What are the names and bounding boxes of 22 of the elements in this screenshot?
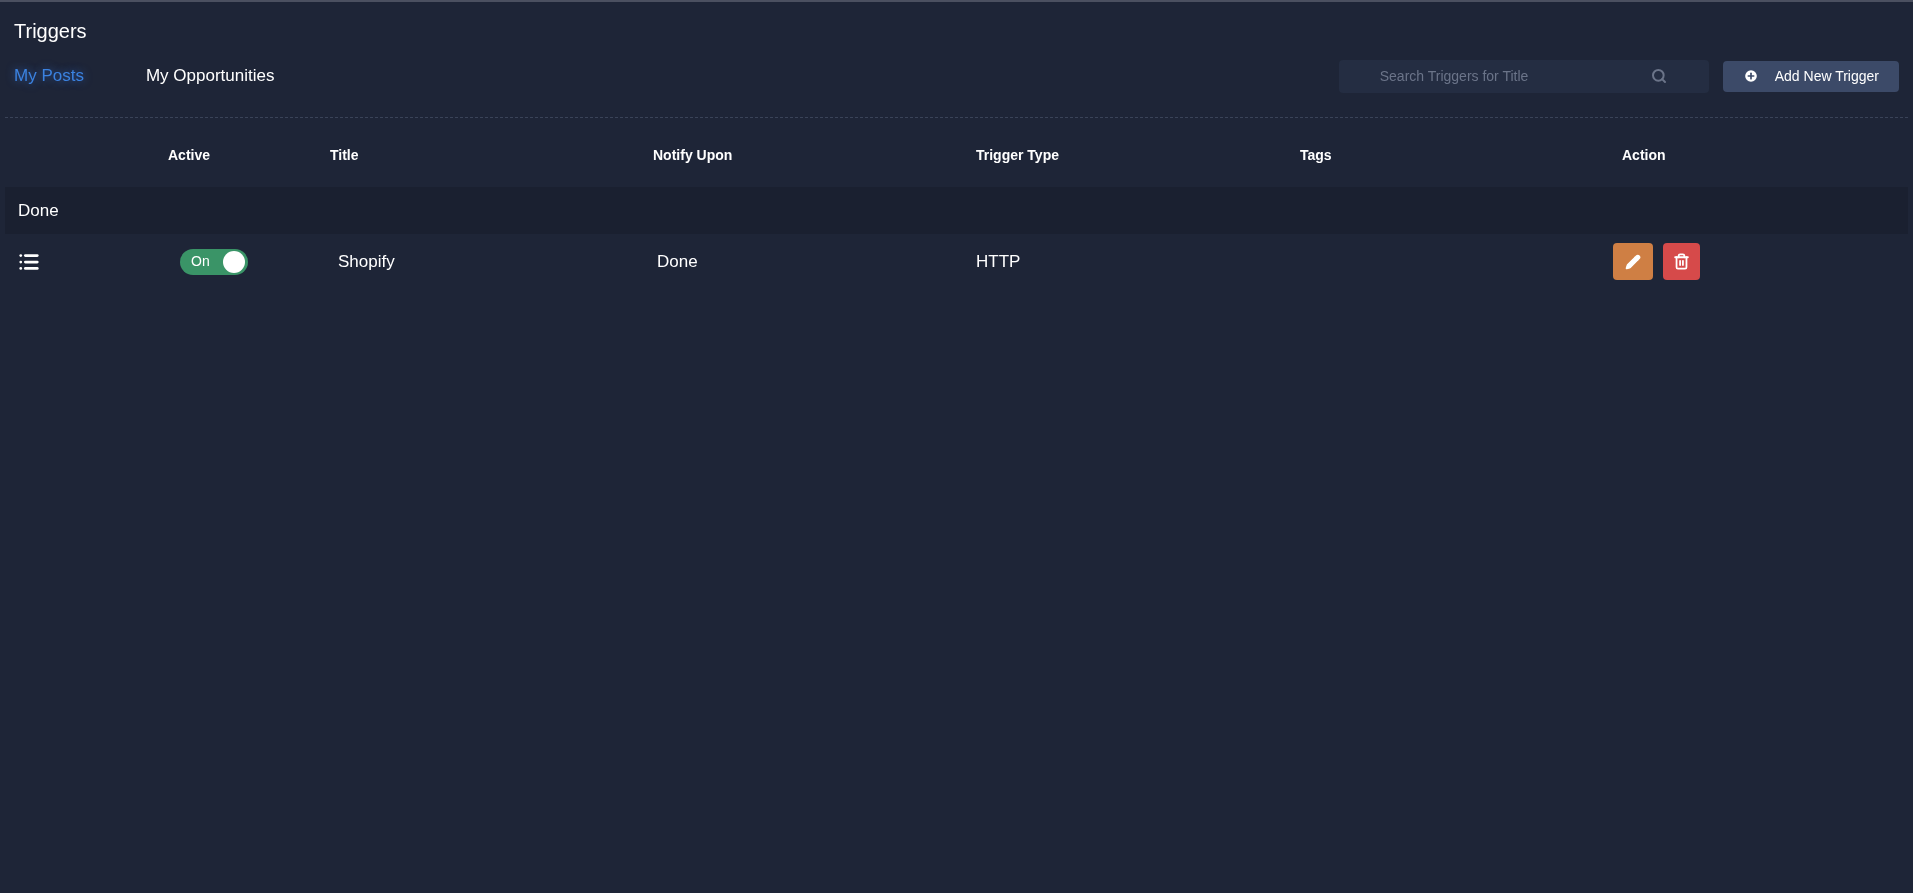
table-cell-text: Shopify bbox=[337, 250, 396, 273]
search-icon bbox=[1650, 67, 1667, 84]
column-header: Action bbox=[1622, 146, 1666, 165]
search-field[interactable]: Search Triggers for Title bbox=[1338, 59, 1709, 93]
column-header: Tags bbox=[1300, 146, 1332, 165]
group-label: Done bbox=[18, 199, 59, 222]
trash-icon bbox=[1673, 253, 1690, 270]
plus-icon bbox=[1742, 68, 1759, 84]
toggle-switch[interactable]: On bbox=[180, 248, 248, 275]
column-header: Title bbox=[330, 146, 359, 165]
column-header: Notify Upon bbox=[653, 146, 733, 165]
column-header: Active bbox=[168, 146, 211, 165]
table-cell-text: Done bbox=[656, 250, 699, 273]
table-cell-text: HTTP bbox=[976, 250, 1022, 273]
pencil-icon bbox=[1625, 253, 1641, 270]
page-title: Triggers bbox=[14, 19, 88, 43]
tab[interactable]: My Posts bbox=[14, 63, 84, 89]
add-trigger-button[interactable]: Add New Trigger bbox=[1722, 60, 1899, 92]
column-header: Trigger Type bbox=[976, 146, 1059, 165]
edit-button[interactable] bbox=[1613, 243, 1653, 280]
tab[interactable]: My Opportunities bbox=[145, 63, 275, 89]
delete-button[interactable] bbox=[1663, 243, 1700, 280]
